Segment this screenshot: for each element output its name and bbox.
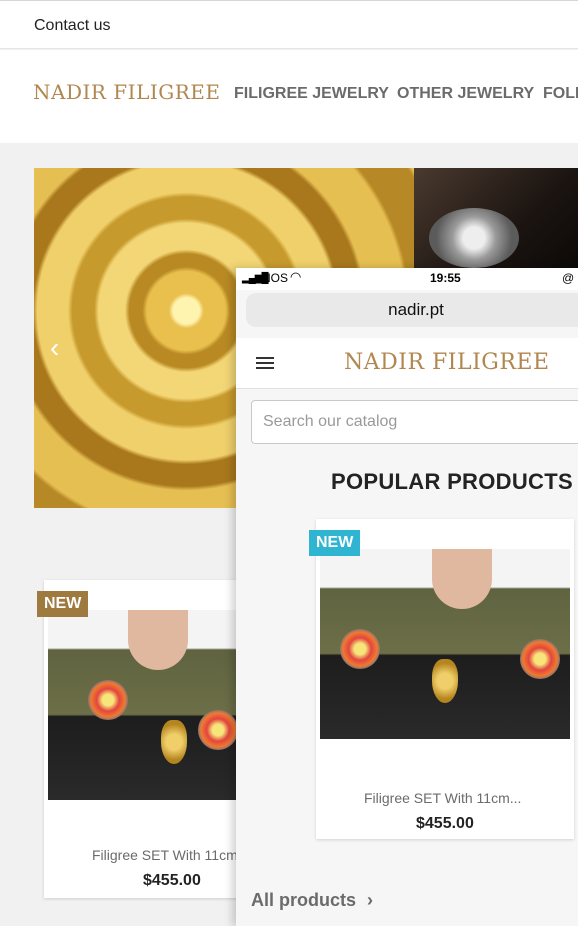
all-products-label: All products <box>251 890 357 910</box>
product-image[interactable] <box>48 610 240 800</box>
nav-other-jewelry[interactable]: OTHER JEWELRY <box>397 85 534 103</box>
status-time: 19:55 <box>430 271 461 285</box>
embroidery-flower <box>520 639 560 679</box>
all-products-link[interactable]: All products › <box>251 890 373 911</box>
top-bar: Contact us <box>0 0 578 49</box>
mobile-screenshot: ▂▄▆█ NOS ◠ 19:55 @ nadir.pt NADIR FILIGR… <box>236 268 578 926</box>
menu-icon[interactable] <box>256 357 274 369</box>
address-bar[interactable]: nadir.pt <box>246 293 578 327</box>
product-image[interactable] <box>320 549 570 739</box>
wifi-icon: ◠ <box>290 269 302 284</box>
product-price: $455.00 <box>143 872 201 889</box>
nav-filigree-jewelry[interactable]: FILIGREE JEWELRY <box>234 85 389 103</box>
hero-silver-jewel <box>429 208 519 268</box>
site-logo[interactable]: NADIR FILIGREE <box>33 80 221 104</box>
new-badge: NEW <box>37 591 89 617</box>
search-placeholder: Search our catalog <box>263 413 398 430</box>
nav-folk[interactable]: FOLK <box>543 85 578 103</box>
contact-us-link[interactable]: Contact us <box>34 17 110 35</box>
carrier: NOS <box>262 271 289 285</box>
embroidery-flower <box>88 680 128 720</box>
orientation-lock-icon: @ <box>562 271 575 285</box>
section-title: POPULAR PRODUCTS <box>331 469 573 494</box>
product-name[interactable]: Filigree SET With 11cm... <box>364 790 521 806</box>
chevron-left-icon[interactable]: ‹ <box>50 332 59 364</box>
model-face <box>128 610 188 670</box>
product-price: $455.00 <box>416 815 474 832</box>
new-badge: NEW <box>309 530 361 556</box>
chevron-right-icon: › <box>367 890 374 910</box>
mobile-logo[interactable]: NADIR FILIGREE <box>344 350 550 375</box>
status-bar: ▂▄▆█ NOS ◠ 19:55 @ <box>236 268 578 290</box>
site-header: NADIR FILIGREE FILIGREE JEWELRY OTHER JE… <box>0 50 578 143</box>
pendant <box>432 659 458 703</box>
embroidery-flower <box>340 629 380 669</box>
search-input[interactable]: Search our catalog <box>251 400 578 444</box>
model-face <box>432 549 492 609</box>
product-card[interactable]: Filigree SET With 11cm $455.00 <box>44 580 244 898</box>
pendant <box>161 720 187 764</box>
product-name[interactable]: Filigree SET With 11cm <box>92 847 238 863</box>
mobile-header: NADIR FILIGREE <box>236 338 578 389</box>
embroidery-flower <box>198 710 238 750</box>
product-card[interactable]: Filigree SET With 11cm... $455.00 <box>316 519 574 839</box>
